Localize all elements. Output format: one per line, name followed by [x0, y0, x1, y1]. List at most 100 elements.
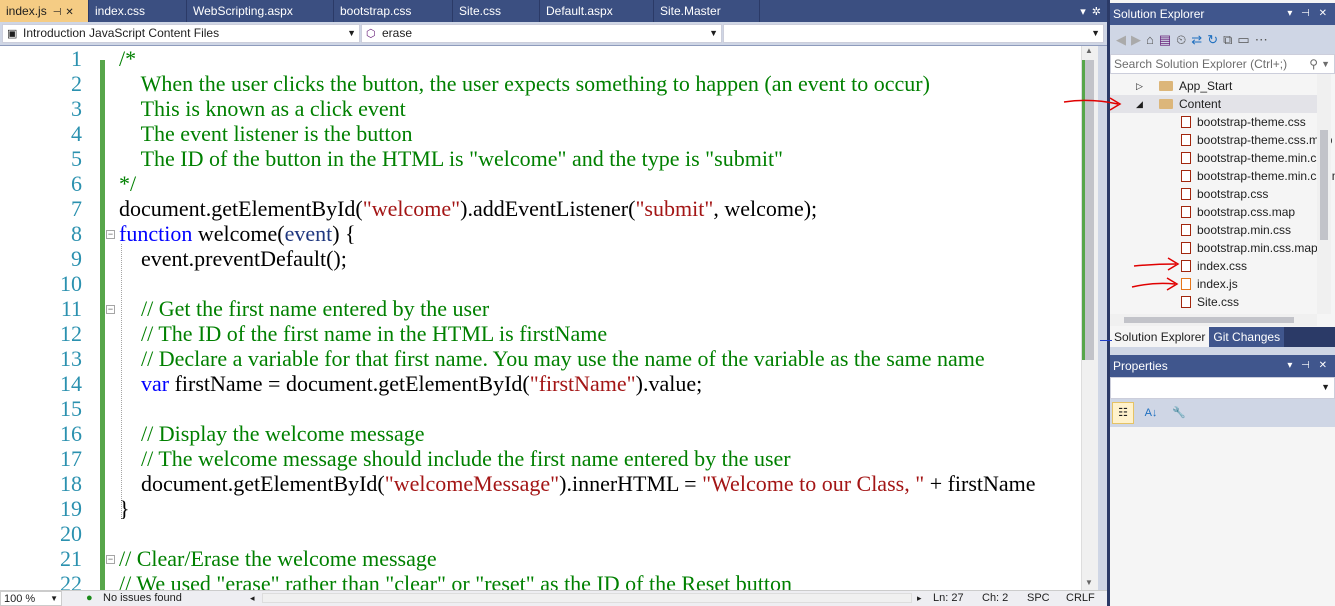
token: ).value;	[635, 371, 703, 396]
line-number: 21	[60, 546, 82, 571]
zoom-dropdown[interactable]: 100 % ▼	[0, 591, 62, 606]
property-pages-wrench-icon[interactable]: 🔧	[1168, 402, 1190, 424]
scrollbar-thumb[interactable]	[1124, 317, 1294, 323]
categorized-icon[interactable]: ☷	[1112, 402, 1134, 424]
token: welcome(	[192, 221, 285, 246]
code-line-12: // The ID of the first name in the HTML …	[119, 321, 608, 346]
close-icon[interactable]: ✕	[65, 7, 73, 18]
css-file-icon	[1181, 152, 1191, 164]
collapse-function-icon[interactable]: −	[106, 230, 115, 239]
editor-status-bar: 100 % ▼ ● No issues found ◂ ▸ Ln: 27 Ch: …	[0, 590, 1107, 606]
home-icon[interactable]: ⌂	[1146, 32, 1154, 47]
expand-icon[interactable]: ▷	[1136, 81, 1143, 92]
tab-index-css[interactable]: index.css	[89, 0, 187, 22]
pin-icon[interactable]: ⊣	[53, 7, 62, 18]
panel-window-controls[interactable]: ▾ ⊣ ✕	[1287, 3, 1330, 25]
panel-window-controls[interactable]: ▾ ⊣ ✕	[1287, 355, 1330, 377]
project-dropdown-value: Introduction JavaScript Content Files	[23, 26, 220, 40]
member-dropdown[interactable]: ⬡ erase ▼	[361, 24, 722, 43]
whitespace-indicator[interactable]: SPC	[1027, 591, 1050, 605]
tab-list-dropdown-icon[interactable]: ▾	[1080, 5, 1086, 18]
back-icon[interactable]: ◀	[1116, 32, 1126, 48]
line-number: 4	[71, 121, 82, 146]
collapse-icon[interactable]: ◢	[1136, 99, 1143, 110]
scroll-up-icon[interactable]: ▲	[1085, 46, 1093, 55]
css-file-icon	[1181, 188, 1191, 200]
tree-item-label: Site.css	[1197, 295, 1240, 309]
tree-item-file[interactable]: bootstrap.css.map	[1181, 203, 1295, 221]
tab-site-css[interactable]: Site.css	[453, 0, 540, 22]
tab-default-aspx[interactable]: Default.aspx	[540, 0, 654, 22]
chevron-down-icon: ▼	[709, 28, 718, 38]
tree-item-file[interactable]: bootstrap-theme.css	[1181, 113, 1306, 131]
issues-status[interactable]: No issues found	[103, 591, 182, 605]
line-ending-indicator[interactable]: CRLF	[1066, 591, 1095, 605]
tree-item-file[interactable]: bootstrap-theme.css.map	[1181, 131, 1332, 149]
forward-icon[interactable]: ▶	[1131, 32, 1141, 48]
tree-item-label: bootstrap.min.css	[1197, 223, 1292, 237]
third-dropdown[interactable]: ▼	[723, 24, 1104, 43]
code-line-1: /*	[119, 46, 137, 71]
line-number: 12	[60, 321, 82, 346]
tab-bootstrap-css[interactable]: bootstrap.css	[334, 0, 453, 22]
show-all-files-icon[interactable]: ▭	[1237, 32, 1249, 48]
code-line-3: This is known as a click event	[119, 96, 406, 121]
token: + firstName	[924, 471, 1036, 496]
tree-item-content[interactable]: Content	[1159, 95, 1221, 113]
css-file-icon	[1181, 206, 1191, 218]
more-icon[interactable]: ⋯	[1255, 32, 1268, 48]
tree-item-file[interactable]: index.css	[1181, 257, 1247, 275]
css-file-icon	[1181, 116, 1191, 128]
search-icon[interactable]: ⚲	[1309, 55, 1318, 73]
tab-index-js[interactable]: index.js ⊣ ✕	[0, 0, 89, 22]
tree-item-file[interactable]: bootstrap.css	[1181, 185, 1268, 203]
chevron-left-icon[interactable]: ◂	[250, 591, 255, 605]
line-number: 22	[60, 571, 82, 590]
settings-gear-icon[interactable]: ✲	[1092, 5, 1101, 18]
tree-item-file[interactable]: bootstrap-theme.min.css.map	[1181, 167, 1335, 185]
tab-solution-explorer[interactable]: Solution Explorer	[1110, 327, 1210, 347]
editor-horizontal-scrollbar[interactable]	[262, 593, 912, 603]
navigation-bar: ▣ Introduction JavaScript Content Files ▼…	[0, 22, 1107, 46]
sync-icon[interactable]: ⇄	[1191, 32, 1202, 48]
scroll-down-icon[interactable]: ▼	[1085, 578, 1093, 587]
tree-item-label: bootstrap.css	[1197, 187, 1269, 201]
tab-git-changes[interactable]: Git Changes	[1209, 327, 1285, 347]
collapse-all-icon[interactable]: ⧉	[1223, 32, 1232, 48]
code-line-18: document.getElementById("welcomeMessage"…	[119, 471, 1036, 496]
chevron-down-icon[interactable]: ▼	[1321, 55, 1330, 73]
tree-item-file[interactable]: bootstrap.min.css	[1181, 221, 1291, 239]
tab-tools: ▾ ✲	[1080, 0, 1107, 22]
line-number: 19	[60, 496, 82, 521]
focus-indicator	[1100, 340, 1112, 341]
tab-site-master[interactable]: Site.Master	[654, 0, 760, 22]
change-tracking-bar	[100, 60, 105, 590]
project-dropdown[interactable]: ▣ Introduction JavaScript Content Files ▼	[2, 24, 360, 43]
tree-item-file[interactable]: index.js	[1181, 275, 1238, 293]
tab-webscripting-aspx[interactable]: WebScripting.aspx	[187, 0, 334, 22]
tree-item-file[interactable]: bootstrap-theme.min.css	[1181, 149, 1328, 167]
code-editor[interactable]: 1 2 3 4 5 6 7 8 9 10 11 12 13 14 15 16 17 18 19 20 21 22 − − …	[0, 46, 1107, 590]
line-number: 16	[60, 421, 82, 446]
refresh-icon[interactable]: ↻	[1207, 32, 1218, 48]
tree-item-file[interactable]: Site.css	[1181, 293, 1239, 311]
tree-item-file[interactable]: bootstrap.min.css.map	[1181, 239, 1318, 257]
chevron-right-icon[interactable]: ▸	[917, 591, 922, 605]
tab-label: WebScripting.aspx	[193, 4, 293, 18]
tree-item-app-start[interactable]: App_Start	[1159, 77, 1315, 95]
code-line-22: // We used "erase" rather than "clear" o…	[119, 571, 792, 590]
solution-search-input[interactable]: Search Solution Explorer (Ctrl+;) ⚲ ▼	[1110, 54, 1335, 74]
pending-changes-filter-icon[interactable]: ⏲	[1176, 32, 1186, 48]
alphabetical-sort-icon[interactable]: A↓	[1140, 402, 1162, 424]
tree-item-label: bootstrap.min.css.map	[1197, 241, 1318, 255]
collapse-comment-icon[interactable]: −	[106, 305, 115, 314]
code-line-2: When the user clicks the button, the use…	[119, 71, 930, 96]
visual-studio-window: index.js ⊣ ✕ index.css WebScripting.aspx b…	[0, 0, 1335, 606]
switch-views-icon[interactable]: ▤	[1159, 32, 1171, 48]
line-number: 14	[60, 371, 82, 396]
scrollbar-thumb[interactable]	[1320, 130, 1328, 240]
editor-right-margin	[1098, 46, 1107, 590]
properties-object-dropdown[interactable]: ▼	[1110, 377, 1335, 399]
collapse-comment-icon[interactable]: −	[106, 555, 115, 564]
tree-item-label: bootstrap-theme.min.css.map	[1197, 169, 1335, 183]
